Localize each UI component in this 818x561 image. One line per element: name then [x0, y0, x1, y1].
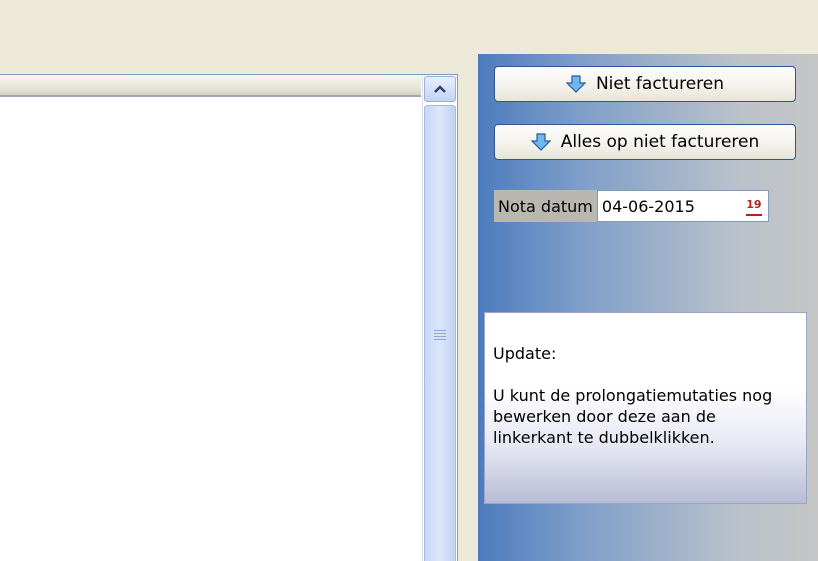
right-panel: Niet factureren Alles op niet factureren… — [478, 54, 818, 561]
calendar-icon[interactable]: 19 — [745, 198, 762, 216]
niet-factureren-button[interactable]: Niet factureren — [494, 66, 796, 102]
nota-datum-label: Nota datum — [494, 190, 597, 222]
vertical-scrollbar[interactable] — [422, 75, 457, 561]
list-header[interactable] — [0, 75, 421, 97]
arrow-down-icon — [565, 75, 586, 93]
left-pane — [0, 54, 478, 561]
nota-datum-row: Nota datum 04-06-2015 19 — [494, 190, 769, 222]
niet-factureren-label: Niet factureren — [595, 74, 725, 94]
alles-op-niet-factureren-button[interactable]: Alles op niet factureren — [494, 124, 796, 160]
grip-icon — [434, 330, 446, 340]
arrow-down-icon — [530, 133, 551, 151]
chevron-up-icon — [434, 85, 446, 93]
info-message: U kunt de prolongatiemutaties nog bewerk… — [493, 386, 773, 447]
nota-datum-value: 04-06-2015 — [601, 196, 695, 216]
info-title: Update: — [493, 344, 557, 363]
mutations-list[interactable] — [0, 74, 458, 561]
scroll-thumb[interactable] — [424, 105, 456, 561]
nota-datum-field[interactable]: 04-06-2015 19 — [596, 190, 769, 222]
alles-op-niet-factureren-label: Alles op niet factureren — [560, 132, 760, 152]
scroll-up-button[interactable] — [424, 76, 456, 102]
top-strip — [0, 0, 818, 54]
update-info-box: Update: U kunt de prolongatiemutaties no… — [484, 312, 807, 504]
